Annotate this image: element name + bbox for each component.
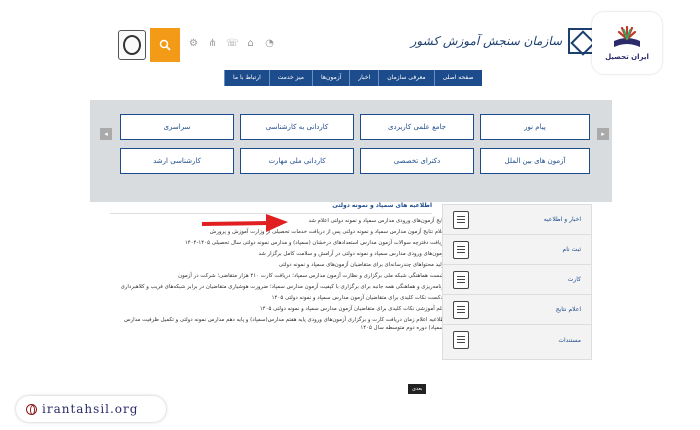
site-logo[interactable]: سازمان سنجش آموزش کشور bbox=[411, 28, 594, 54]
results-icon bbox=[453, 300, 469, 319]
emblem-icon bbox=[118, 30, 146, 60]
irantahsil-logo: ایران تحصیل bbox=[592, 12, 662, 74]
logo-icon bbox=[568, 28, 594, 54]
tile-international-exams[interactable]: آزمون های بین الملل bbox=[480, 148, 590, 174]
tile-sarasari[interactable]: سراسری bbox=[120, 114, 234, 140]
card-icon bbox=[453, 270, 469, 289]
news-list: نتایج آزمون‌های ورودی مدارس سمپاد و نمون… bbox=[110, 217, 452, 332]
rss-icon[interactable]: ◔ bbox=[264, 38, 275, 49]
news-item[interactable]: آزمون‌های ورودی مدارس سمپاد و نمونه دولت… bbox=[110, 250, 452, 258]
share-icon[interactable]: ⋔ bbox=[207, 38, 218, 49]
sidebar-item-documents[interactable]: مستندات bbox=[443, 325, 591, 355]
footer-url-pill[interactable]: irantahsil.org bbox=[16, 396, 166, 422]
nav-home[interactable]: صفحه اصلی bbox=[433, 70, 482, 86]
screenshot-frame: ⚙ ⋔ ☏ ⌂ ◔ سازمان سنجش آموزش کشور صفحه اص… bbox=[0, 0, 700, 430]
next-button[interactable]: بعدی bbox=[408, 384, 427, 394]
nav-service-desk[interactable]: میز خدمت bbox=[268, 70, 312, 86]
site-url: irantahsil.org bbox=[42, 402, 139, 416]
search-icon bbox=[159, 39, 171, 51]
nav-contact[interactable]: ارتباط با ما bbox=[224, 70, 269, 86]
sidebar-item-label: مستندات bbox=[558, 336, 581, 344]
sidebar-item-label: اخبار و اطلاعیه bbox=[543, 216, 581, 223]
sidebar-item-results[interactable]: اعلام نتایج bbox=[443, 295, 591, 325]
globe-icon bbox=[26, 403, 37, 415]
utility-icons: ⚙ ⋔ ☏ ⌂ ◔ bbox=[188, 38, 275, 49]
tile-phd[interactable]: دکترای تخصصی bbox=[360, 148, 474, 174]
news-item[interactable]: اطلاعیه اعلام زمان دریافت کارت و برگزاری… bbox=[110, 316, 452, 332]
main-nav: صفحه اصلی معرفی سازمان اخبار آزمون‌ها می… bbox=[224, 70, 482, 86]
tile-applied-science[interactable]: جامع علمی کاربردی bbox=[360, 114, 474, 140]
settings-icon[interactable]: ⚙ bbox=[188, 38, 199, 49]
news-icon bbox=[453, 210, 469, 229]
red-arrow-annotation bbox=[201, 214, 288, 232]
news-item[interactable]: نشست هماهنگی شبکه ملی برگزاری و نظارت آز… bbox=[110, 272, 452, 280]
sidebar-item-register[interactable]: ثبت نام bbox=[443, 235, 591, 265]
news-item[interactable]: فیلم آموزشی نکات کلیدی برای متقاضیان آزم… bbox=[110, 305, 452, 313]
news-item[interactable]: برنامه‌ریزی و هماهنگی همه جانبه برای برگ… bbox=[110, 283, 452, 291]
nav-exams[interactable]: آزمون‌ها bbox=[312, 70, 349, 86]
tile-payam-noor[interactable]: پیام نور bbox=[480, 114, 590, 140]
logo-text: سازمان سنجش آموزش کشور bbox=[410, 34, 562, 48]
sidebar-item-news[interactable]: اخبار و اطلاعیه bbox=[443, 205, 591, 235]
news-item[interactable]: یادکست نکات کلیدی برای متقاضیان آزمون مد… bbox=[110, 294, 452, 302]
content-area: اطلاعیه های سمپاد و نمونه دولتی نتایج آز… bbox=[90, 200, 612, 418]
quick-links-sidebar: اخبار و اطلاعیه ثبت نام کارت اعلام نتایج… bbox=[442, 204, 592, 360]
tile-masters[interactable]: کارشناسی ارشد bbox=[120, 148, 234, 174]
exam-tiles-banner: پیام نور جامع علمی کاربردی کاردانی به کا… bbox=[90, 100, 612, 202]
phone-icon[interactable]: ☏ bbox=[226, 38, 239, 49]
book-tree-icon bbox=[614, 25, 640, 47]
sidebar-item-label: ثبت نام bbox=[562, 246, 582, 253]
news-item[interactable]: دریافت دفترچه سوالات آزمون مدارس استعداد… bbox=[110, 239, 452, 247]
sidebar-item-card[interactable]: کارت bbox=[443, 265, 591, 295]
nav-news[interactable]: اخبار bbox=[349, 70, 378, 86]
tile-national-skill[interactable]: کاردانی ملی مهارت bbox=[240, 148, 354, 174]
search-button[interactable] bbox=[150, 28, 180, 62]
brand-name: ایران تحصیل bbox=[605, 53, 649, 61]
register-icon bbox=[453, 240, 469, 259]
home-icon[interactable]: ⌂ bbox=[245, 38, 256, 49]
carousel-prev-button[interactable]: ◂ bbox=[100, 128, 112, 140]
nav-about[interactable]: معرفی سازمان bbox=[378, 70, 433, 86]
news-item[interactable]: تولید محتواهای چندرسانه‌ای برای متقاضیان… bbox=[110, 261, 452, 269]
carousel-next-button[interactable]: ▸ bbox=[597, 128, 609, 140]
documents-icon bbox=[453, 331, 469, 349]
sidebar-item-label: کارت bbox=[567, 276, 581, 283]
top-bar: ⚙ ⋔ ☏ ⌂ ◔ سازمان سنجش آموزش کشور bbox=[90, 14, 612, 72]
sidebar-item-label: اعلام نتایج bbox=[555, 306, 581, 313]
tile-associate-to-bachelor[interactable]: کاردانی به کارشناسی bbox=[240, 114, 354, 140]
